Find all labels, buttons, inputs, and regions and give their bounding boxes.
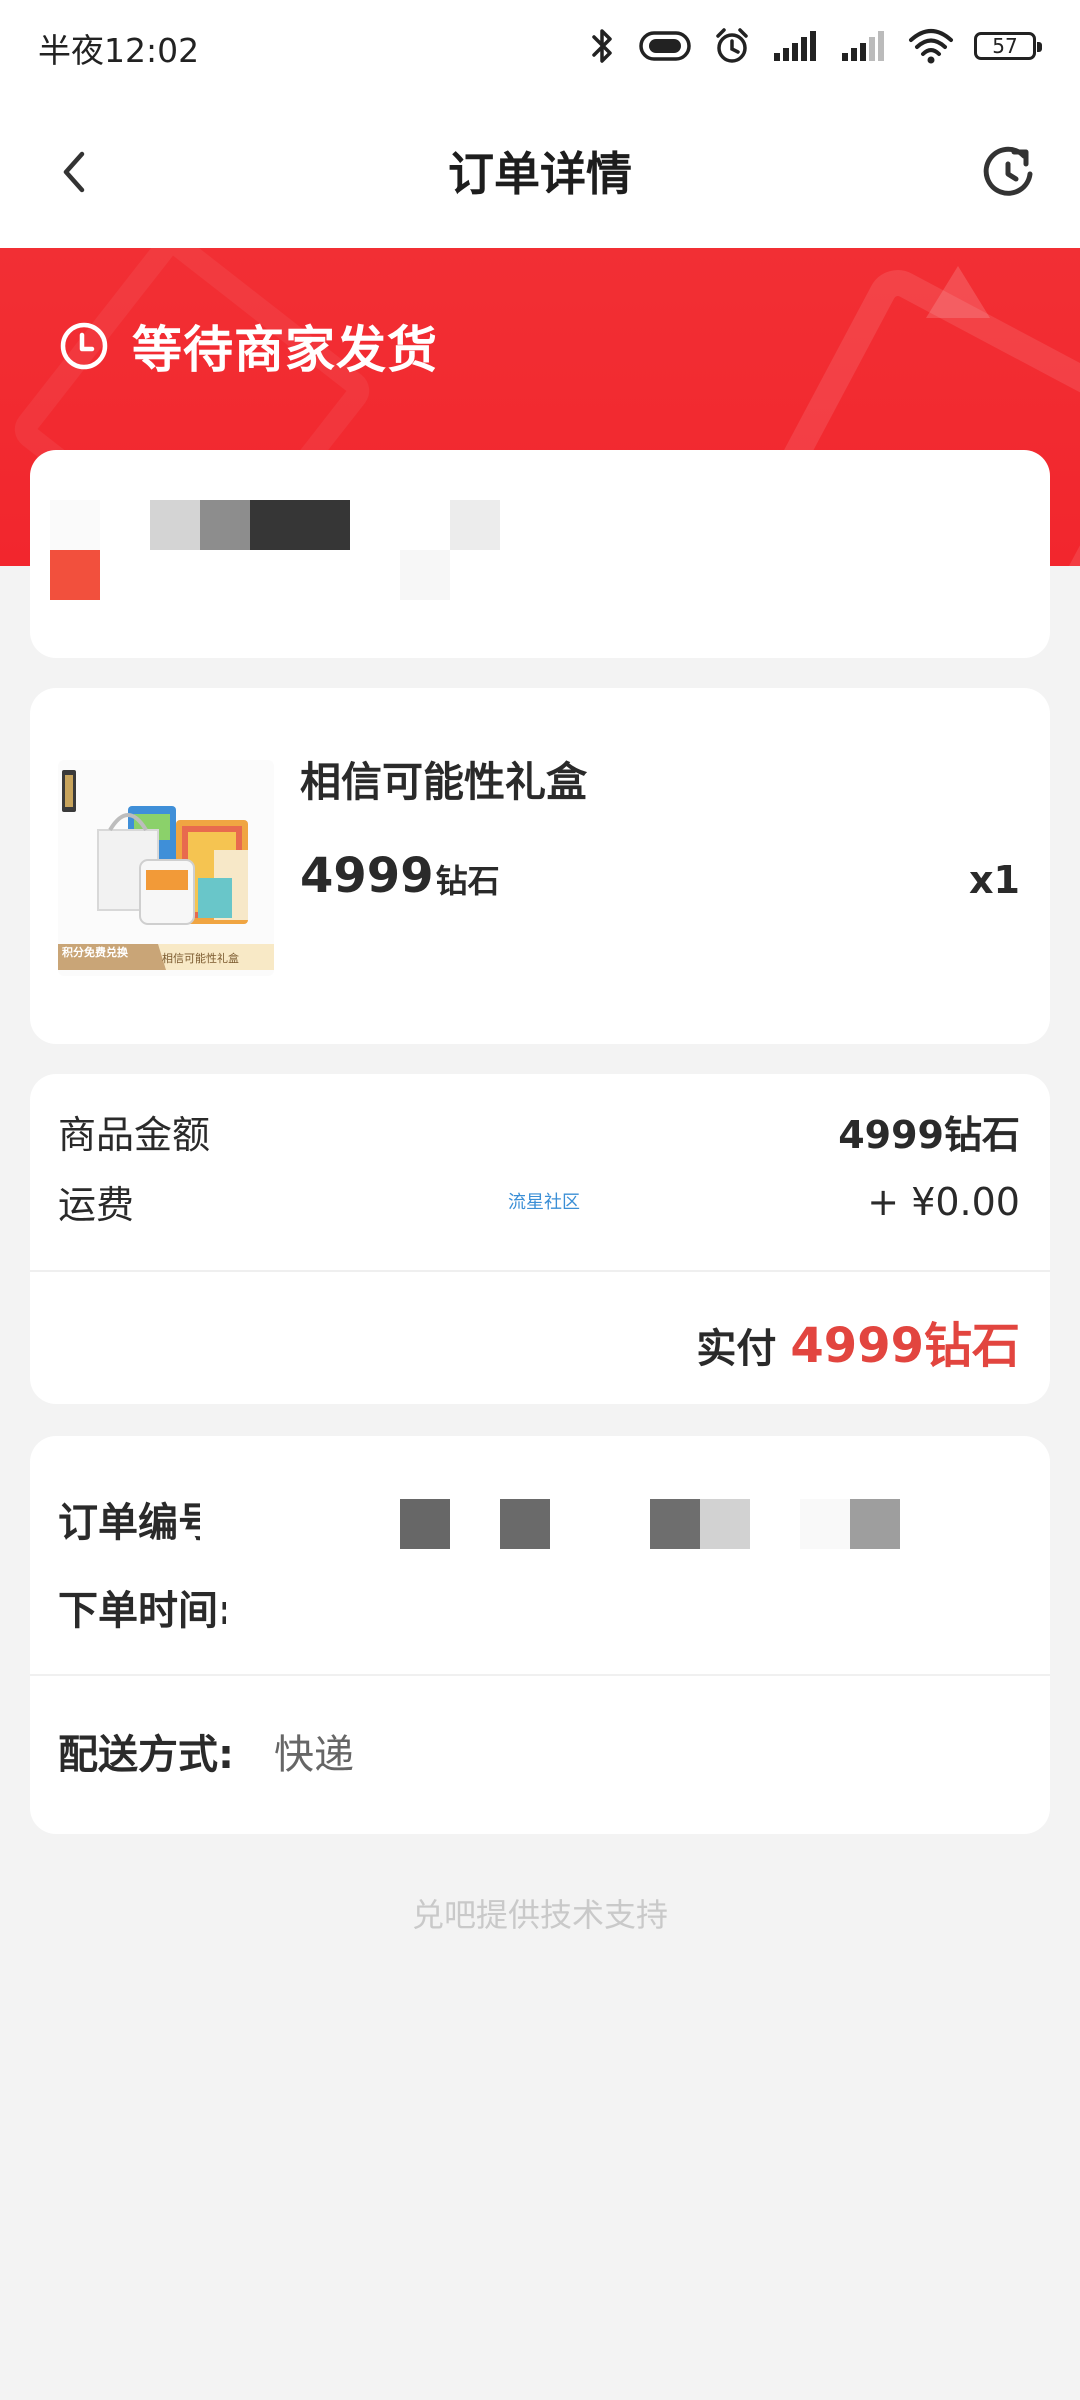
nav-bar: 订单详情	[0, 96, 1080, 248]
redacted-block	[400, 1499, 450, 1549]
address-card[interactable]	[30, 450, 1050, 658]
status-time: 半夜12:02	[38, 31, 200, 70]
goods-amount-value: 4999钻石	[838, 1113, 1020, 1157]
paid-label: 实付	[696, 1326, 777, 1372]
delivery-method-value: 快递	[274, 1732, 354, 1778]
wifi-icon	[909, 29, 953, 64]
alarm-icon	[716, 28, 748, 63]
redacted-block	[50, 500, 100, 550]
redacted-block	[226, 1566, 1006, 1646]
redacted-block	[200, 500, 250, 550]
product-price-unit: 钻石	[435, 862, 500, 900]
paid-total: 实付 4999钻石	[696, 1306, 1020, 1376]
amount-card: 商品金额 4999钻石 运费 + ¥0.00 流星社区 实付 4999钻石	[30, 1074, 1050, 1404]
order-number-label: 订单编号	[58, 1500, 218, 1546]
redacted-block	[450, 500, 500, 550]
redacted-block	[150, 500, 200, 550]
thumbnail-caption-right: 相信可能性礼盒	[162, 951, 239, 965]
watermark: 流星社区	[508, 1192, 580, 1213]
clock-icon	[60, 322, 108, 370]
signal-icon	[774, 31, 816, 61]
refresh-icon[interactable]	[976, 140, 1040, 204]
goods-amount-label: 商品金额	[58, 1113, 211, 1157]
battery-level: 57	[992, 34, 1018, 58]
signal-icon	[842, 31, 884, 61]
bluetooth-icon	[592, 29, 612, 63]
redacted-block	[50, 550, 100, 600]
shipping-label: 运费	[58, 1183, 135, 1227]
status-bar: 半夜12:02 57	[0, 0, 1080, 96]
tech-support-footer: 兑吧提供技术支持	[411, 1896, 668, 1934]
paid-value: 4999钻石	[790, 1318, 1020, 1374]
redacted-block	[500, 1499, 550, 1549]
battery-icon: 57	[974, 32, 1042, 60]
redacted-block	[850, 1499, 900, 1549]
decorative-triangle	[926, 266, 990, 318]
gift-box-illustration: 积分免费兑换 相信可能性礼盒	[58, 770, 274, 970]
redacted-block	[800, 1499, 850, 1549]
product-thumbnail[interactable]: 积分免费兑换 相信可能性礼盒	[58, 760, 274, 976]
divider	[30, 1270, 1050, 1272]
goods-amount-row: 商品金额 4999钻石	[58, 1104, 1020, 1159]
redacted-block	[400, 550, 450, 600]
redacted-block	[700, 1499, 750, 1549]
product-price-value: 4999	[300, 848, 434, 904]
order-info-card: 订单编号 下单时间: 配送方式: 快递	[30, 1436, 1050, 1834]
redacted-block	[650, 1499, 700, 1549]
product-quantity: x1	[969, 858, 1020, 902]
order-status: 等待商家发货	[58, 310, 438, 382]
redacted-block	[250, 500, 350, 550]
order-status-text: 等待商家发货	[132, 321, 438, 379]
delivery-method-label: 配送方式:	[58, 1732, 234, 1778]
thumbnail-caption-left: 积分免费兑换	[62, 945, 129, 959]
status-icons: 57	[588, 22, 1042, 70]
divider	[30, 1674, 1050, 1676]
product-card[interactable]: 积分免费兑换 相信可能性礼盒 相信可能性礼盒 4999 钻石 x1	[30, 688, 1050, 1044]
shipping-value: + ¥0.00	[867, 1179, 1020, 1224]
order-time-label: 下单时间:	[58, 1588, 234, 1634]
product-name: 相信可能性礼盒	[300, 758, 587, 806]
vibrate-icon	[639, 31, 691, 61]
page-title: 订单详情	[448, 147, 632, 201]
product-price: 4999 钻石	[300, 848, 500, 904]
